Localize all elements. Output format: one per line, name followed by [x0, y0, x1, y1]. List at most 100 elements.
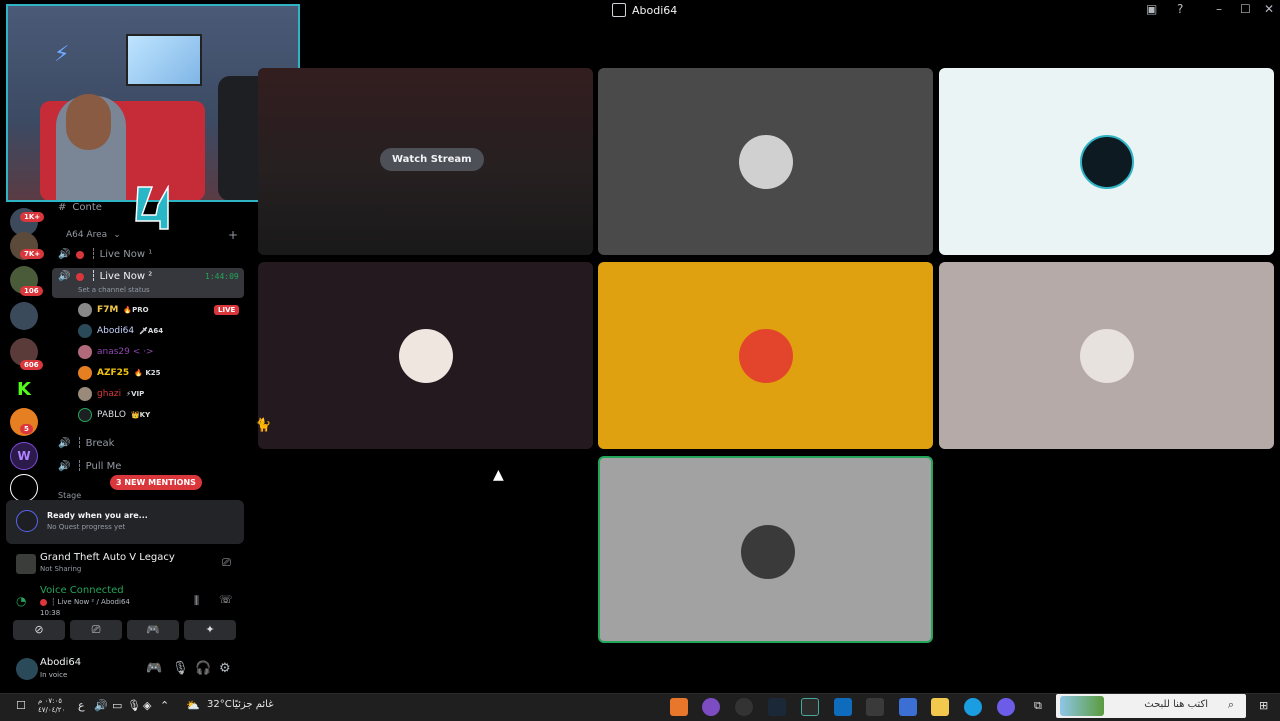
- voice-member[interactable]: F7M 🔥PRO: [78, 303, 149, 317]
- participant-avatar: [739, 329, 793, 383]
- quest-icon: [16, 510, 38, 532]
- screen-share-button[interactable]: ⎚: [70, 620, 122, 640]
- server-folder-icon[interactable]: [10, 302, 38, 330]
- voice-member[interactable]: PABLO 👑KY: [78, 408, 150, 422]
- webcam-wall-tv: [126, 34, 202, 86]
- store-icon[interactable]: [899, 698, 917, 716]
- activities-button[interactable]: 🎮: [127, 620, 179, 640]
- voice-channel[interactable]: 🔊 ┆ Pull Me: [58, 461, 121, 472]
- network-icon[interactable]: ◈: [143, 699, 151, 712]
- add-channel-icon[interactable]: +: [228, 228, 238, 242]
- steam-icon[interactable]: [768, 698, 786, 716]
- watch-stream-button[interactable]: Watch Stream: [380, 148, 484, 171]
- outlook-icon[interactable]: [834, 698, 852, 716]
- discord-app-icon: [612, 3, 626, 17]
- taskbar-app-icon[interactable]: [735, 698, 753, 716]
- edge-icon[interactable]: [964, 698, 982, 716]
- participant-tile[interactable]: [258, 262, 593, 449]
- game-name: Grand Theft Auto V Legacy: [40, 552, 175, 563]
- display-icon[interactable]: ▭: [112, 699, 122, 712]
- voice-member[interactable]: ghazi ⚡VIP: [78, 387, 144, 401]
- stream-tile[interactable]: Watch Stream: [258, 68, 593, 255]
- xbox-icon[interactable]: [801, 698, 819, 716]
- channel-status-placeholder[interactable]: Set a channel status: [78, 286, 150, 294]
- taskbar-app-icon[interactable]: [670, 698, 688, 716]
- channel-list: # Conte A64 Area ⌄ + 🔊 ┆ Live Now ¹ 🔊 ┆ …: [52, 202, 248, 502]
- mic-tray-icon[interactable]: 🎙: [127, 699, 141, 712]
- windows-start-icon[interactable]: ⊞: [1259, 699, 1268, 712]
- participant-tile[interactable]: [939, 68, 1274, 255]
- noise-suppression-icon[interactable]: ⫼: [194, 594, 199, 608]
- window-title-text: Abodi64: [632, 3, 678, 17]
- server-badge: 7K+: [20, 249, 45, 259]
- participant-tile-speaking[interactable]: [598, 456, 933, 643]
- notification-icon[interactable]: ☐: [16, 699, 26, 712]
- task-view-icon[interactable]: ⧉: [1034, 699, 1042, 713]
- quest-subtitle: No Quest progress yet: [47, 523, 126, 531]
- member-tag: 🔥 K25: [134, 369, 161, 377]
- webcam-overlay: ⚡: [6, 4, 300, 202]
- soundboard-button[interactable]: ✦: [184, 620, 236, 640]
- settings-gear-icon[interactable]: ⚙: [219, 661, 231, 676]
- search-highlight-image: [1060, 696, 1104, 716]
- file-explorer-icon[interactable]: [931, 698, 949, 716]
- chevron-down-icon: ⌄: [113, 230, 121, 240]
- maximize-button[interactable]: ☐: [1240, 2, 1251, 16]
- category-header[interactable]: A64 Area ⌄: [66, 230, 121, 240]
- weather-desc[interactable]: غائم جزئيًا: [232, 699, 273, 710]
- participant-tile[interactable]: [598, 68, 933, 255]
- voice-member[interactable]: anas29 < ·>: [78, 345, 154, 359]
- copilot-icon[interactable]: [997, 698, 1015, 716]
- avatar: [78, 366, 92, 380]
- mic-icon[interactable]: 🎙: [172, 661, 189, 676]
- voice-channel[interactable]: 🔊 ┆ Live Now ¹: [58, 249, 152, 260]
- clock[interactable]: ٠٧:٠٥ م ٤٧/٠٤/٢٠: [38, 697, 65, 715]
- taskbar-search[interactable]: اكتب هنا للبحث ⌕: [1056, 694, 1246, 718]
- weather-temp[interactable]: 32°C: [207, 699, 232, 710]
- clock-time: ٠٧:٠٥ م: [38, 697, 62, 705]
- help-icon[interactable]: ?: [1177, 2, 1183, 16]
- quest-panel[interactable]: Ready when you are... No Quest progress …: [6, 500, 244, 544]
- avatar: [78, 408, 92, 422]
- avatar[interactable]: [16, 658, 38, 680]
- speaker-icon: 🔊: [58, 461, 71, 472]
- game-activity-icon[interactable]: 🎮: [146, 661, 162, 676]
- disconnect-icon[interactable]: ☏: [219, 593, 233, 606]
- server-icon[interactable]: W: [10, 442, 38, 470]
- minimize-button[interactable]: –: [1216, 2, 1222, 16]
- kick-server-icon[interactable]: K: [10, 376, 38, 404]
- language-indicator[interactable]: ع: [78, 699, 85, 712]
- server-badge: 606: [20, 360, 43, 370]
- close-button[interactable]: ✕: [1264, 2, 1274, 16]
- voice-member[interactable]: Abodi64 🗡A64: [78, 324, 163, 338]
- headphones-icon[interactable]: 🎧: [195, 661, 211, 676]
- category-name: A64 Area: [66, 230, 108, 240]
- participant-avatar: [741, 525, 795, 579]
- chrome-icon[interactable]: [866, 698, 884, 716]
- avatar: [78, 345, 92, 359]
- member-name: PABLO: [97, 410, 126, 420]
- volume-icon[interactable]: 🔊: [94, 699, 108, 712]
- voice-status[interactable]: Voice Connected: [40, 585, 124, 596]
- camera-off-button[interactable]: ⊘: [13, 620, 65, 640]
- clock-date: ٤٧/٠٤/٢٠: [38, 706, 66, 714]
- voice-channel-path[interactable]: ┆ Live Now ² / Abodi64: [40, 598, 130, 606]
- member-name: AZF25: [97, 368, 130, 378]
- user-name[interactable]: Abodi64: [40, 657, 81, 668]
- participant-tile[interactable]: [939, 262, 1274, 449]
- participant-tile[interactable]: [598, 262, 933, 449]
- category-header[interactable]: Stage: [58, 491, 81, 500]
- voice-channel[interactable]: 🔊 ┆ Break: [58, 438, 114, 449]
- voice-channel[interactable]: 🔊 ┆ Live Now ²: [58, 271, 152, 282]
- add-server-icon[interactable]: [10, 474, 38, 502]
- activity-panel: Grand Theft Auto V Legacy Not Sharing ⎚: [6, 548, 244, 584]
- text-channel[interactable]: # Conte: [58, 202, 102, 213]
- taskbar-app-icon[interactable]: [702, 698, 720, 716]
- new-mentions-pill[interactable]: 3 NEW MENTIONS: [110, 475, 202, 490]
- signal-icon: ◔: [16, 594, 27, 608]
- share-screen-icon[interactable]: ⎚: [222, 556, 231, 570]
- inbox-icon[interactable]: ▣: [1146, 2, 1157, 16]
- chevron-up-icon[interactable]: ⌃: [160, 699, 169, 712]
- voice-member[interactable]: AZF25 🔥 K25: [78, 366, 161, 380]
- member-name: ghazi: [97, 389, 122, 399]
